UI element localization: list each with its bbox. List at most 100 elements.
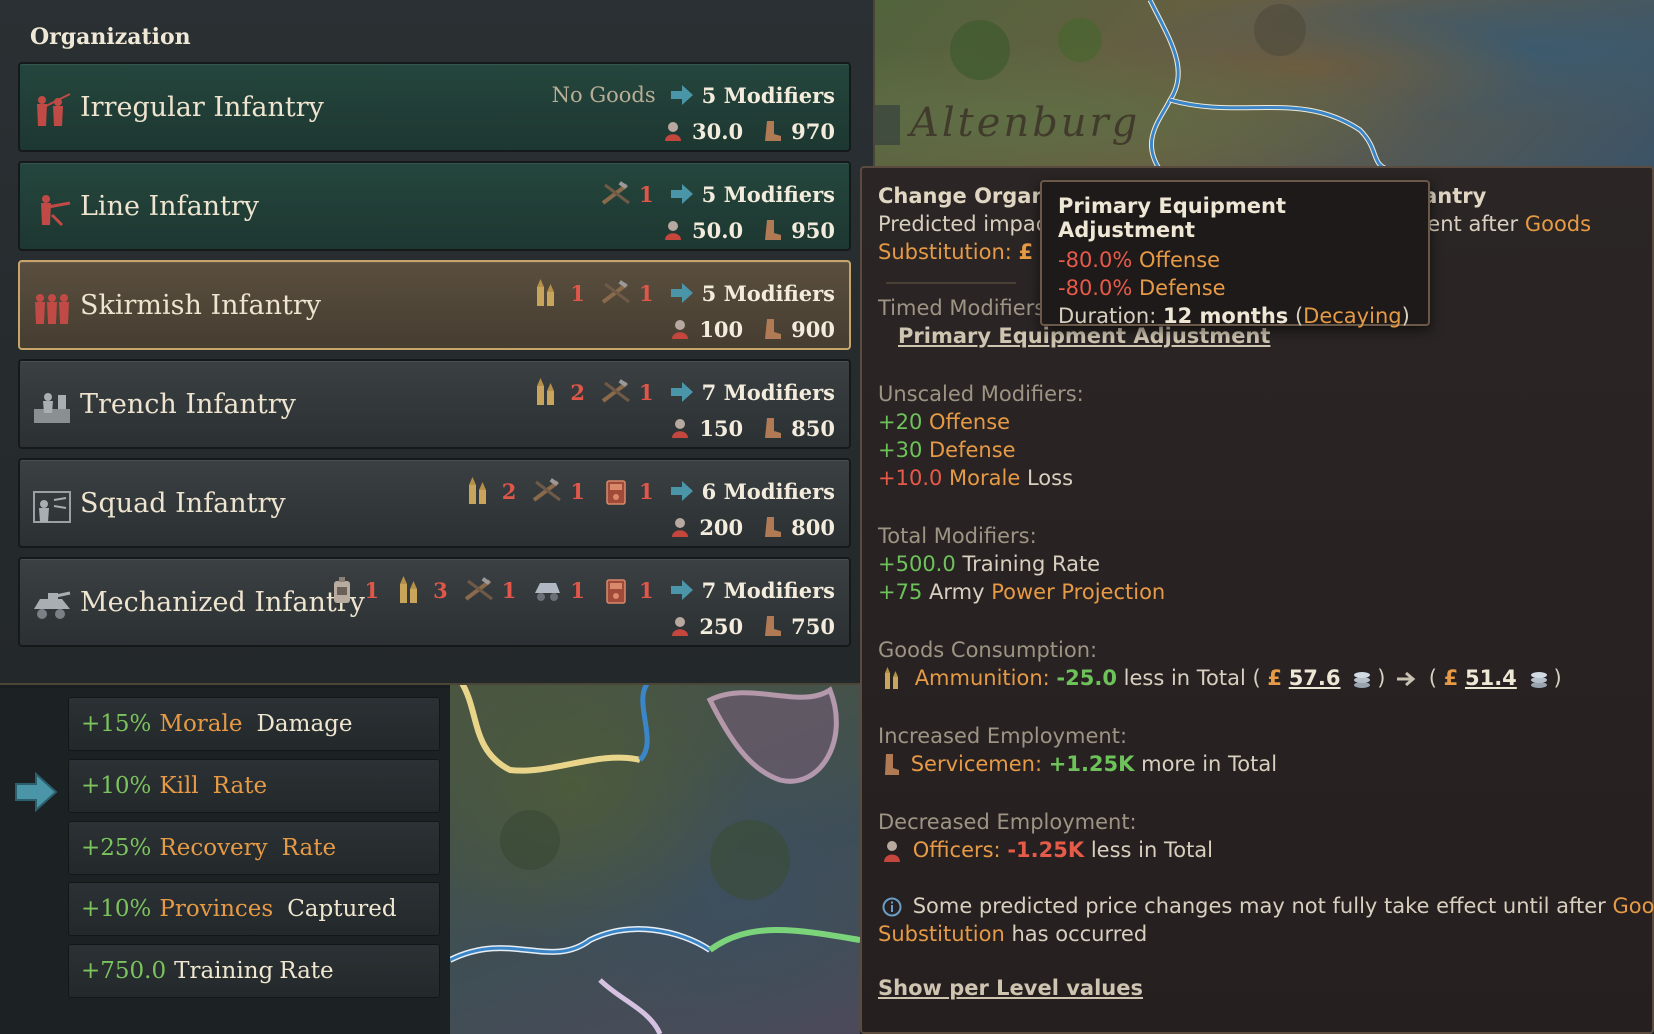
ammunition-icon[interactable]	[395, 575, 425, 605]
price-change-note-cont: Substitution has occurred	[878, 922, 1148, 946]
goods-count: 1	[364, 577, 380, 603]
modifier-label-suffix: Captured	[287, 896, 397, 922]
arrow-right-icon	[670, 382, 693, 402]
rifle-icon[interactable]	[464, 575, 494, 605]
offense-value: 100	[699, 316, 744, 342]
modifier-label-suffix: Rate	[279, 958, 334, 984]
offense-value: 30.0	[692, 118, 744, 144]
rifle-icon[interactable]	[532, 476, 562, 506]
goods-count: 1	[639, 478, 654, 504]
vehicle-icon[interactable]	[532, 575, 562, 605]
trend-arrow-icon	[1397, 671, 1416, 687]
offense-value: 150	[699, 415, 744, 441]
modifiers-count[interactable]: 5 Modifiers	[702, 182, 835, 207]
manpower-value: 900	[791, 316, 835, 342]
organization-name: Mechanized Infantry	[80, 587, 365, 618]
modifier-value: +10%	[81, 896, 152, 922]
modifier-label: Kill	[159, 773, 199, 799]
decreased-employment-officers: Officers: -1.25K less in Total	[878, 838, 1213, 862]
selected-arrow-icon	[15, 772, 58, 812]
unit-stats: 100 900	[669, 314, 835, 344]
organization-row-mechanized-infantry[interactable]: Mechanized Infantry 1 3 1 1 1 7 Modifiers 250 75…	[18, 557, 851, 647]
map-view-top[interactable]: Altenburg	[860, 0, 1654, 170]
offense-icon	[672, 419, 689, 438]
total-modifier-power-projection: +75 Army Power Projection	[878, 580, 1166, 604]
unit-type-icon	[37, 93, 71, 126]
offense-icon	[665, 122, 681, 141]
unscaled-modifier-defense: +30 Defense	[878, 438, 1016, 462]
offense-icon	[665, 221, 681, 240]
organization-row-skirmish-infantry[interactable]: Skirmish Infantry 1 1 5 Modifiers 100 900	[18, 260, 851, 350]
show-per-level-link[interactable]: Show per Level values	[878, 976, 1143, 1000]
organization-name: Line Infantry	[80, 191, 260, 222]
modifiers-count[interactable]: 7 Modifiers	[702, 578, 835, 603]
modifier-label: Morale	[159, 711, 243, 737]
ammunition-icon[interactable]	[532, 377, 562, 407]
rifle-icon[interactable]	[601, 179, 631, 209]
modifier-label-suffix: Rate	[281, 835, 337, 861]
fuel-icon[interactable]	[327, 575, 357, 605]
goods-count: 1	[639, 379, 654, 405]
organization-row-squad-infantry[interactable]: Squad Infantry 2 1 1 6 Modifiers 200 800	[18, 458, 851, 548]
organization-name: Skirmish Infantry	[80, 290, 322, 321]
predicted-impact-left: Predicted impac	[878, 212, 1048, 236]
manpower-value: 970	[791, 118, 835, 144]
organization-row-irregular-infantry[interactable]: Irregular Infantry No Goods 5 Modifiers 30.…	[18, 62, 851, 152]
offense-value: 200	[699, 514, 744, 540]
arrow-right-icon	[670, 580, 693, 600]
radio-icon[interactable]	[601, 575, 631, 605]
modifier-label-suffix: Rate	[212, 773, 268, 799]
popup-defense-line: -80.0% Defense	[1058, 276, 1226, 300]
unit-type-icon	[34, 591, 71, 619]
offense-value: 250	[699, 613, 744, 639]
modifiers-count[interactable]: 6 Modifiers	[702, 479, 835, 504]
manpower-value: 750	[791, 613, 835, 639]
price-change-note: Some predicted price changes may not ful…	[878, 894, 1654, 918]
coins-icon	[1530, 672, 1547, 688]
organization-name: Squad Infantry	[80, 488, 286, 519]
ammunition-icon[interactable]	[532, 278, 562, 308]
unit-stats: 150 850	[669, 413, 835, 443]
ammunition-icon	[885, 667, 898, 689]
unit-stats: 50.0 950	[662, 215, 835, 245]
organization-row-trench-infantry[interactable]: Trench Infantry 2 1 7 Modifiers 150 850	[18, 359, 851, 449]
goods-count: 1	[570, 478, 586, 504]
goods-count: 2	[501, 478, 517, 504]
popup-title: Primary Equipment Adjustment	[1058, 194, 1287, 242]
timed-modifiers-header: Timed Modifiers	[878, 296, 1046, 320]
unscaled-modifier-offense: +20 Offense	[878, 410, 1011, 434]
map-borders-bottom	[450, 680, 860, 1034]
organization-row-line-infantry[interactable]: Line Infantry 1 5 Modifiers 50.0 950	[18, 161, 851, 251]
modifiers-count[interactable]: 7 Modifiers	[702, 380, 835, 405]
goods-count: 1	[570, 577, 586, 603]
modifiers-count[interactable]: 5 Modifiers	[702, 83, 835, 108]
manpower-icon	[765, 319, 782, 339]
map-view-bottom[interactable]	[450, 680, 860, 1034]
offense-icon	[672, 518, 689, 537]
no-goods-label: No Goods	[551, 83, 656, 107]
decreased-employment-header: Decreased Employment:	[878, 810, 1137, 834]
goods-count: 1	[570, 280, 586, 306]
goods-consumption-ammunition: Ammunition: -25.0 less in Total ( £ 57.6…	[878, 666, 1562, 691]
info-icon	[882, 897, 902, 917]
ammunition-icon[interactable]	[464, 476, 494, 506]
map-city-label: Altenburg	[910, 100, 1141, 146]
unit-stats: 250 750	[669, 611, 835, 641]
modifier-list: +15% Morale Damage +10% Kill Rate +25% Recovery…	[0, 688, 450, 1034]
unscaled-modifier-morale-loss: +10.0 Morale Loss	[878, 466, 1074, 490]
goods-count: 1	[639, 577, 654, 603]
radio-icon[interactable]	[601, 476, 631, 506]
manpower-icon	[765, 220, 782, 240]
rifle-icon[interactable]	[601, 278, 631, 308]
organization-name: Trench Infantry	[80, 389, 296, 420]
modifier-value: +750.0	[81, 958, 167, 984]
modifier-row: +750.0 Training Rate	[68, 944, 440, 998]
coins-icon	[1354, 672, 1371, 688]
modifier-row: +10% Kill Rate	[68, 759, 440, 813]
rifle-icon[interactable]	[601, 377, 631, 407]
modifier-row: +25% Recovery Rate	[68, 821, 440, 875]
modifiers-count[interactable]: 5 Modifiers	[702, 281, 835, 306]
goods-requirements: No Goods 5 Modifiers	[552, 80, 835, 110]
modifier-label: Provinces	[159, 896, 274, 922]
total-modifier-training-rate: +500.0 Training Rate	[878, 552, 1101, 576]
